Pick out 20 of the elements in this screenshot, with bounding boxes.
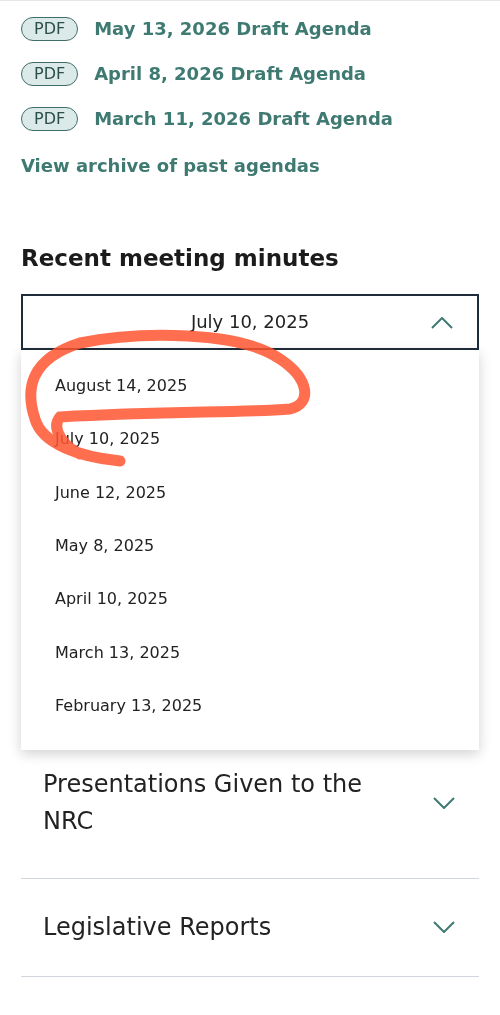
archive-link[interactable]: View archive of past agendas <box>21 152 479 179</box>
caret-icon <box>431 316 453 329</box>
dropdown-option[interactable]: May 8, 2025 <box>21 519 479 573</box>
pdf-badge: PDF <box>21 16 79 41</box>
dropdown-option[interactable]: April 10, 2025 <box>21 572 479 626</box>
dropdown-option[interactable]: March 13, 2025 <box>21 626 479 680</box>
dropdown-option[interactable]: June 12, 2025 <box>21 466 479 520</box>
pdf-badge: PDF <box>21 106 79 131</box>
dropdown-option[interactable]: February 13, 2025 <box>21 679 479 733</box>
agenda-link[interactable]: April 8, 2026 Draft Agenda <box>94 60 366 87</box>
accordion-item[interactable]: Legislative Reports <box>21 878 479 977</box>
accordion-item[interactable]: Presentations Given to the NRC <box>21 755 479 879</box>
section-heading: Recent meeting minutes <box>20 244 340 273</box>
minutes-select[interactable]: July 10, 2025 <box>21 293 479 350</box>
chevron-icon <box>433 796 455 809</box>
agenda-link[interactable]: March 11, 2026 Draft Agenda <box>94 105 393 132</box>
chevron-icon <box>433 921 455 933</box>
agenda-link[interactable]: May 13, 2026 Draft Agenda <box>94 15 372 42</box>
pdf-badge: PDF <box>21 61 79 86</box>
dropdown-option[interactable]: August 14, 2025 <box>21 359 479 413</box>
